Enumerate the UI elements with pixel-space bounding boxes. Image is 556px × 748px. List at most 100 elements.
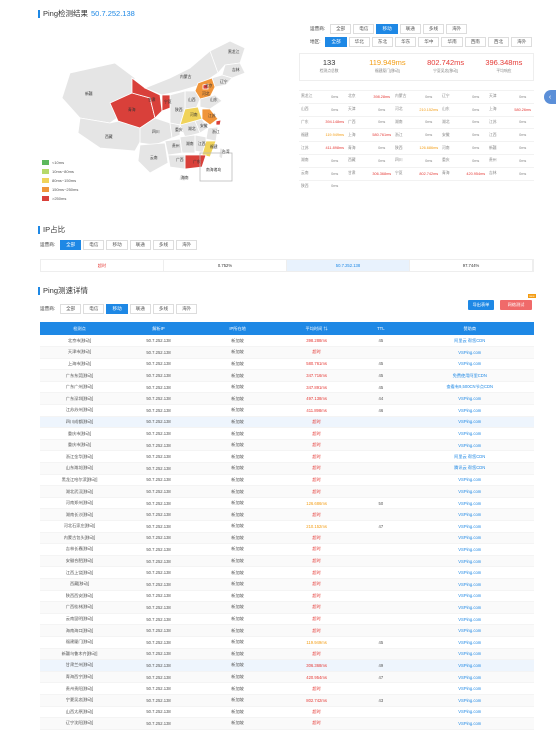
sponsor-link[interactable]: VSPing.com xyxy=(405,474,534,487)
table-row[interactable]: 广西桂林[移动] 50.7.252.138 新加坡 超时 VSPing.com xyxy=(40,601,534,614)
table-row[interactable]: 青海西宁[移动] 50.7.252.138 新加坡 420.954ms 47 VSPing… xyxy=(40,671,534,684)
table-row[interactable]: 内蒙古包头[移动] 50.7.252.138 新加坡 超时 VSPing.com xyxy=(40,532,534,545)
sponsor-link[interactable]: VSPing.com xyxy=(405,671,534,684)
sponsor-link[interactable]: VSPing.com xyxy=(405,648,534,661)
sponsor-link[interactable]: VSPing.com xyxy=(405,717,534,730)
sponsor-link[interactable]: VSPing.com xyxy=(405,613,534,626)
table-row[interactable]: 陕西西安[移动] 50.7.252.138 新加坡 超时 VSPing.com xyxy=(40,590,534,603)
ip-isp-tab-3[interactable]: 联通 xyxy=(129,240,151,250)
table-row[interactable]: 四川成都[移动] 50.7.252.138 新加坡 超时 VSPing.com xyxy=(40,416,534,429)
sponsor-link[interactable]: VSPing.com xyxy=(405,659,534,672)
table-row[interactable]: 湖南长沙[移动] 50.7.252.138 新加坡 超时 VSPing.com xyxy=(40,508,534,521)
sponsor-link[interactable]: VSPing.com xyxy=(405,520,534,533)
table-row[interactable]: 安徽合肥[移动] 50.7.252.138 新加坡 超时 VSPing.com xyxy=(40,555,534,568)
table-row[interactable]: 福建厦门[移动] 50.7.252.138 新加坡 119.949ms 45 VSPing… xyxy=(40,636,534,649)
table-row[interactable]: 新疆乌鲁木齐[移动] 50.7.252.138 新加坡 超时 VSPing.com xyxy=(40,648,534,661)
detail-isp-tab-4[interactable]: 多线 xyxy=(152,304,175,314)
isp-filter-tab-1[interactable]: 电信 xyxy=(353,24,375,34)
table-row[interactable]: 江苏苏州[移动] 50.7.252.138 新加坡 411.898ms 46 VSPing… xyxy=(40,404,534,417)
sponsor-link[interactable]: 查看有9,500CN节点CDN xyxy=(405,381,534,394)
sponsor-link[interactable]: VSPing.com xyxy=(405,624,534,637)
table-row[interactable]: 湖北武汉[移动] 50.7.252.138 新加坡 超时 VSPing.com xyxy=(40,485,534,498)
province-shanghai[interactable] xyxy=(215,119,222,126)
sponsor-link[interactable]: VSPing.com xyxy=(405,404,534,417)
sponsor-link[interactable]: VSPing.com xyxy=(405,485,534,498)
region-filter-tab-1[interactable]: 华北 xyxy=(348,37,370,47)
sponsor-link[interactable]: 免费使用阿里CDN xyxy=(405,369,534,382)
sponsor-link[interactable]: VSPing.com xyxy=(405,706,534,719)
region-filter-tab-4[interactable]: 华中 xyxy=(418,37,440,47)
sponsor-link[interactable]: VSPing.com xyxy=(405,578,534,591)
table-header[interactable]: 赞助商 xyxy=(405,322,534,335)
region-filter-tab-8[interactable]: 海外 xyxy=(511,37,533,47)
isp-filter-tab-2[interactable]: 移动 xyxy=(376,24,398,34)
ip-isp-tab-1[interactable]: 电信 xyxy=(83,240,105,250)
ip-isp-tab-5[interactable]: 海外 xyxy=(176,240,198,250)
side-collapse-icon[interactable]: ‹ xyxy=(544,90,556,104)
sponsor-link[interactable]: VSPing.com xyxy=(405,497,534,510)
table-row[interactable]: 浙江金华[移动] 50.7.252.138 新加坡 超时 阿里云 帮您CDN xyxy=(40,450,534,464)
sponsor-link[interactable]: VSPing.com xyxy=(405,508,534,521)
sponsor-link[interactable]: VSPing.com xyxy=(405,555,534,568)
ip-isp-tab-0[interactable]: 全部 xyxy=(60,240,82,250)
sponsor-link[interactable]: VSPing.com xyxy=(405,439,534,452)
region-filter-tab-6[interactable]: 西南 xyxy=(464,37,486,47)
sponsor-link[interactable]: VSPing.com xyxy=(405,532,534,545)
sponsor-link[interactable]: VSPing.com xyxy=(405,358,534,371)
detail-isp-tab-1[interactable]: 电信 xyxy=(83,304,105,314)
table-header[interactable]: 解析IP xyxy=(119,322,199,335)
sponsor-link[interactable]: VSPing.com xyxy=(405,694,534,707)
table-header[interactable]: TTL xyxy=(356,322,406,335)
table-row[interactable]: 宁夏吴忠[移动] 50.7.252.138 新加坡 802.742ms 43 VSPing… xyxy=(40,694,534,707)
table-row[interactable]: 西藏[移动] 50.7.252.138 新加坡 超时 VSPing.com xyxy=(40,578,534,591)
table-row[interactable]: 江西上饶[移动] 50.7.252.138 新加坡 超时 VSPing.com xyxy=(40,566,534,579)
table-row[interactable]: 甘肃兰州[移动] 50.7.252.138 新加坡 306.368ms 49 VSPing… xyxy=(40,659,534,672)
sponsor-link[interactable]: VSPing.com xyxy=(405,543,534,556)
table-row[interactable]: 广东广州[移动] 50.7.252.138 新加坡 347.891ms 45 查看有9,5… xyxy=(40,381,534,394)
detail-isp-tab-2[interactable]: 移动 xyxy=(106,304,128,314)
table-row[interactable]: 广东东莞[移动] 50.7.252.138 新加坡 347.716ms 45 免费使用阿里… xyxy=(40,369,534,382)
table-row[interactable]: 海南海口[移动] 50.7.252.138 新加坡 超时 VSPing.com xyxy=(40,624,534,637)
region-filter-tab-5[interactable]: 华南 xyxy=(441,37,463,47)
table-row[interactable]: 北京市[移动] 50.7.252.138 新加坡 398.288ms 45 阿里云 帮您C… xyxy=(40,335,534,348)
table-row[interactable]: 上海市[移动] 50.7.252.138 新加坡 580.761ms 45 VSPing.… xyxy=(40,358,534,371)
table-row[interactable]: 贵州贵阳[移动] 50.7.252.138 新加坡 超时 VSPing.com xyxy=(40,682,534,695)
compare-button[interactable]: 网络测试 xyxy=(500,300,532,310)
sponsor-link[interactable]: VSPing.com xyxy=(405,682,534,695)
table-row[interactable]: 山西太原[移动] 50.7.252.138 新加坡 超时 VSPing.com xyxy=(40,706,534,719)
sponsor-link[interactable]: 腾讯云 帮您CDN xyxy=(405,462,534,475)
region-filter-tab-3[interactable]: 华东 xyxy=(395,37,417,47)
sponsor-link[interactable]: 阿里云 帮您CDN xyxy=(405,450,534,464)
ip-isp-tab-2[interactable]: 移动 xyxy=(106,240,128,250)
table-header[interactable]: 平均时间 ⇅ xyxy=(277,322,357,335)
sponsor-link[interactable]: VSPing.com xyxy=(405,427,534,440)
export-button[interactable]: 导出表单 xyxy=(468,300,494,310)
table-row[interactable]: 天津市[移动] 50.7.252.138 新加坡 超时 VSPing.com xyxy=(40,346,534,359)
sponsor-link[interactable]: VSPing.com xyxy=(405,601,534,614)
table-header[interactable]: IP所在地 xyxy=(198,322,278,335)
isp-filter-tab-3[interactable]: 联通 xyxy=(399,24,421,34)
region-filter-tab-7[interactable]: 西北 xyxy=(487,37,510,47)
table-row[interactable]: 重庆市[移动] 50.7.252.138 新加坡 超时 VSPing.com xyxy=(40,427,534,440)
sponsor-link[interactable]: VSPing.com xyxy=(405,392,534,406)
isp-filter-tab-4[interactable]: 多线 xyxy=(422,24,445,34)
table-header[interactable]: 检测点 xyxy=(40,322,120,335)
region-filter-tab-0[interactable]: 全部 xyxy=(325,37,347,47)
sponsor-link[interactable]: VSPing.com xyxy=(405,416,534,429)
detail-isp-tab-3[interactable]: 联通 xyxy=(129,304,151,314)
table-row[interactable]: 重庆市[移动] 50.7.252.138 新加坡 超时 VSPing.com xyxy=(40,439,534,452)
sponsor-link[interactable]: 阿里云 帮您CDN xyxy=(405,335,534,348)
table-row[interactable]: 黑龙江哈尔滨[移动] 50.7.252.138 新加坡 超时 VSPing.com xyxy=(40,474,534,487)
region-filter-tab-2[interactable]: 东北 xyxy=(371,37,394,47)
sponsor-link[interactable]: VSPing.com xyxy=(405,346,534,359)
table-row[interactable]: 河南郑州[移动] 50.7.252.138 新加坡 126.686ms 50 VSPing… xyxy=(40,497,534,510)
table-row[interactable]: 辽宁沈阳[移动] 50.7.252.138 新加坡 超时 VSPing.com xyxy=(40,717,534,730)
table-row[interactable]: 山东潍坊[移动] 50.7.252.138 新加坡 超时 腾讯云 帮您CDN xyxy=(40,462,534,475)
table-row[interactable]: 吉林长春[移动] 50.7.252.138 新加坡 超时 VSPing.com xyxy=(40,543,534,556)
isp-filter-tab-5[interactable]: 海外 xyxy=(446,24,468,34)
ip-isp-tab-4[interactable]: 多线 xyxy=(152,240,175,250)
isp-filter-tab-0[interactable]: 全部 xyxy=(330,24,352,34)
sponsor-link[interactable]: VSPing.com xyxy=(405,636,534,649)
detail-isp-tab-5[interactable]: 海外 xyxy=(176,304,198,314)
table-row[interactable]: 云南昆明[移动] 50.7.252.138 新加坡 超时 VSPing.com xyxy=(40,613,534,626)
